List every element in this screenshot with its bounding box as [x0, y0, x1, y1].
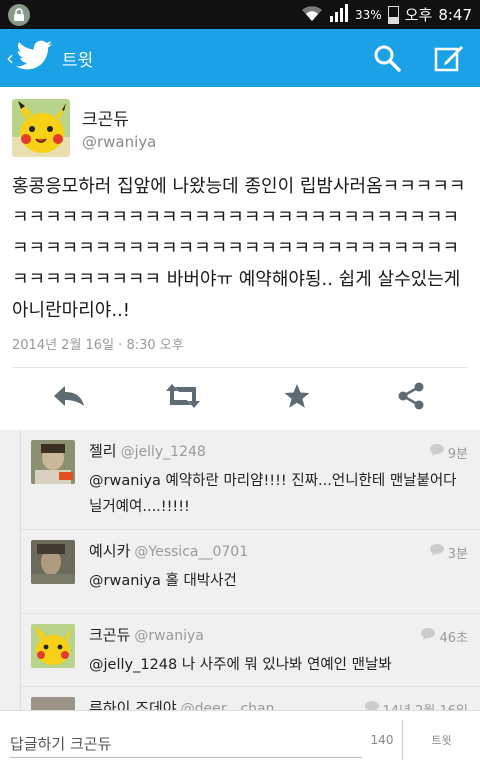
reply-author-handle[interactable]: @jelly_1248 — [121, 444, 206, 460]
reply-item[interactable]: 젤리 @jelly_1248 9분 @rwaniya 예약하란 마리얌!!!! … — [20, 430, 480, 530]
reply-text: @jelly_1248 나 사주에 뭐 있나봐 연예인 맨날봐 — [89, 656, 392, 673]
reply-time: 3분 — [447, 546, 468, 562]
author-name[interactable]: 크곤듀 — [82, 105, 156, 130]
compose-button[interactable] — [418, 29, 480, 87]
main-tweet: 크곤듀 @rwaniya 홍콩응모하러 집앞에 나왔능데 종인이 립밤사러옴ㅋㅋ… — [0, 87, 480, 430]
back-chevron-icon[interactable]: ‹ — [6, 46, 14, 70]
tweet-timestamp: 2014년 2월 16일 · 8:30 오후 — [12, 338, 184, 353]
favorite-button[interactable] — [267, 371, 327, 421]
reply-item[interactable]: 예시카 @Yessica__0701 3분 @rwaniya 홀 대박사건 — [20, 530, 480, 614]
speech-bubble-icon — [429, 444, 444, 460]
reply-button[interactable] — [39, 371, 99, 421]
avatar[interactable] — [12, 99, 70, 157]
character-count: 140 — [370, 733, 394, 747]
reply-icon — [54, 386, 84, 406]
app-bar: ‹ 트윗 — [0, 29, 480, 87]
send-tweet-button[interactable]: 트윗 — [403, 732, 480, 748]
share-icon — [398, 382, 424, 410]
compose-icon — [434, 46, 463, 72]
avatar[interactable] — [31, 440, 75, 484]
retweet-icon — [166, 384, 200, 408]
clock-time: 8:47 — [438, 5, 472, 24]
retweet-button[interactable] — [153, 371, 213, 421]
reply-item[interactable]: 크곤듀 @rwaniya 46초 @jelly_1248 나 사주에 뭐 있나봐… — [20, 614, 480, 687]
tweet-text: 홍콩응모하러 집앞에 나왔능데 종인이 립밤사러옴ㅋㅋㅋㅋㅋㅋㅋㅋㅋㅋㅋㅋㅋㅋㅋ… — [12, 176, 466, 321]
reply-time: 46초 — [439, 630, 468, 646]
avatar[interactable] — [31, 540, 75, 584]
lock-icon — [8, 3, 30, 26]
reply-author-name[interactable]: 예시카 — [89, 540, 130, 561]
speech-bubble-icon — [421, 628, 436, 644]
tweet-author: 크곤듀 @rwaniya — [12, 87, 468, 157]
search-icon — [374, 45, 401, 72]
tweet-actions — [12, 368, 468, 424]
search-button[interactable] — [356, 29, 418, 87]
reply-time: 9분 — [447, 446, 468, 462]
clock-ampm: 오후 — [404, 6, 433, 24]
signal-icon — [329, 3, 349, 26]
wifi-icon — [301, 4, 323, 26]
battery-percent: 33% — [355, 7, 382, 22]
reply-author-name[interactable]: 크곤듀 — [89, 624, 130, 645]
reply-composer: 140 트윗 — [0, 710, 480, 769]
author-handle[interactable]: @rwaniya — [82, 133, 156, 151]
reply-author-handle[interactable]: @Yessica__0701 — [134, 544, 248, 560]
star-icon — [284, 384, 310, 408]
twitter-bird-icon[interactable] — [16, 40, 54, 76]
reply-text: @rwaniya 예약하란 마리얌!!!! 진짜...언니한테 맨날붙어다닐거예… — [89, 472, 457, 515]
speech-bubble-icon — [429, 544, 444, 560]
page-title: 트윗 — [62, 50, 94, 71]
reply-text: @rwaniya 홀 대박사건 — [89, 572, 237, 589]
reply-input[interactable] — [10, 735, 362, 753]
share-button[interactable] — [381, 371, 441, 421]
avatar[interactable] — [31, 624, 75, 668]
replies-list: 젤리 @jelly_1248 9분 @rwaniya 예약하란 마리얌!!!! … — [0, 430, 480, 727]
reply-author-handle[interactable]: @rwaniya — [134, 628, 203, 644]
reply-author-name[interactable]: 젤리 — [89, 440, 117, 461]
battery-icon — [387, 5, 399, 24]
status-bar: 33% 오후 8:47 — [0, 0, 480, 29]
